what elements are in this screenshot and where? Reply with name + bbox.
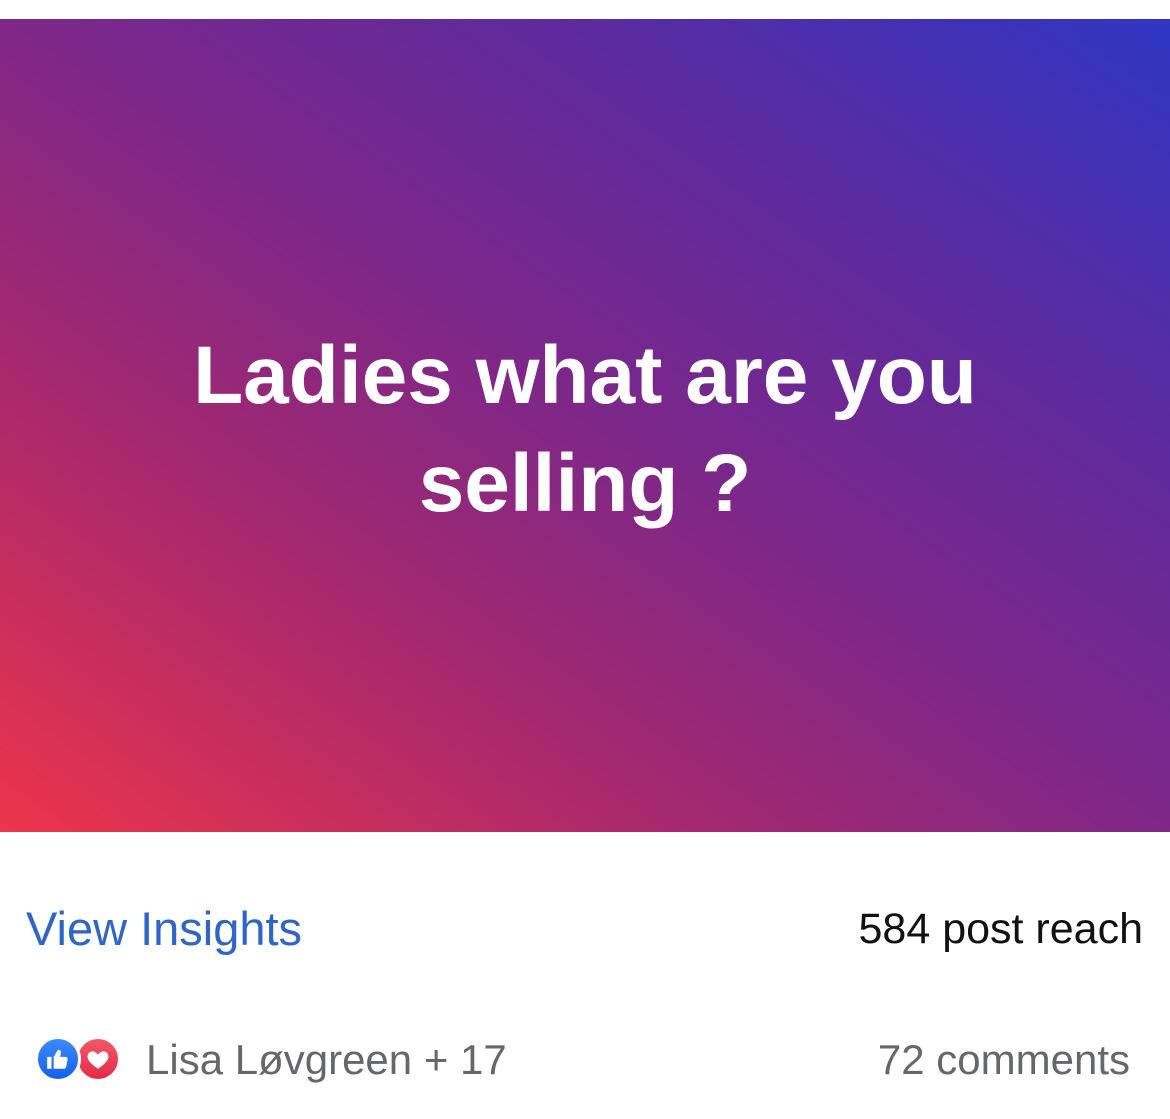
post-text: Ladies what are you selling ? (193, 329, 977, 529)
post-background-card[interactable]: Ladies what are you selling ? (0, 19, 1170, 832)
insights-row: View Insights 584 post reach (0, 895, 1170, 965)
reactors-label[interactable]: Lisa Løvgreen + 17 (146, 1036, 507, 1084)
comments-count-link[interactable]: 72 comments (878, 1036, 1130, 1084)
view-insights-link[interactable]: View Insights (26, 901, 302, 956)
reaction-icons[interactable] (35, 1036, 135, 1084)
love-icon (75, 1036, 121, 1082)
reactions-row: Lisa Løvgreen + 17 72 comments (0, 1030, 1170, 1090)
like-icon (35, 1036, 81, 1082)
post-reach-count: 584 post reach (858, 905, 1143, 953)
